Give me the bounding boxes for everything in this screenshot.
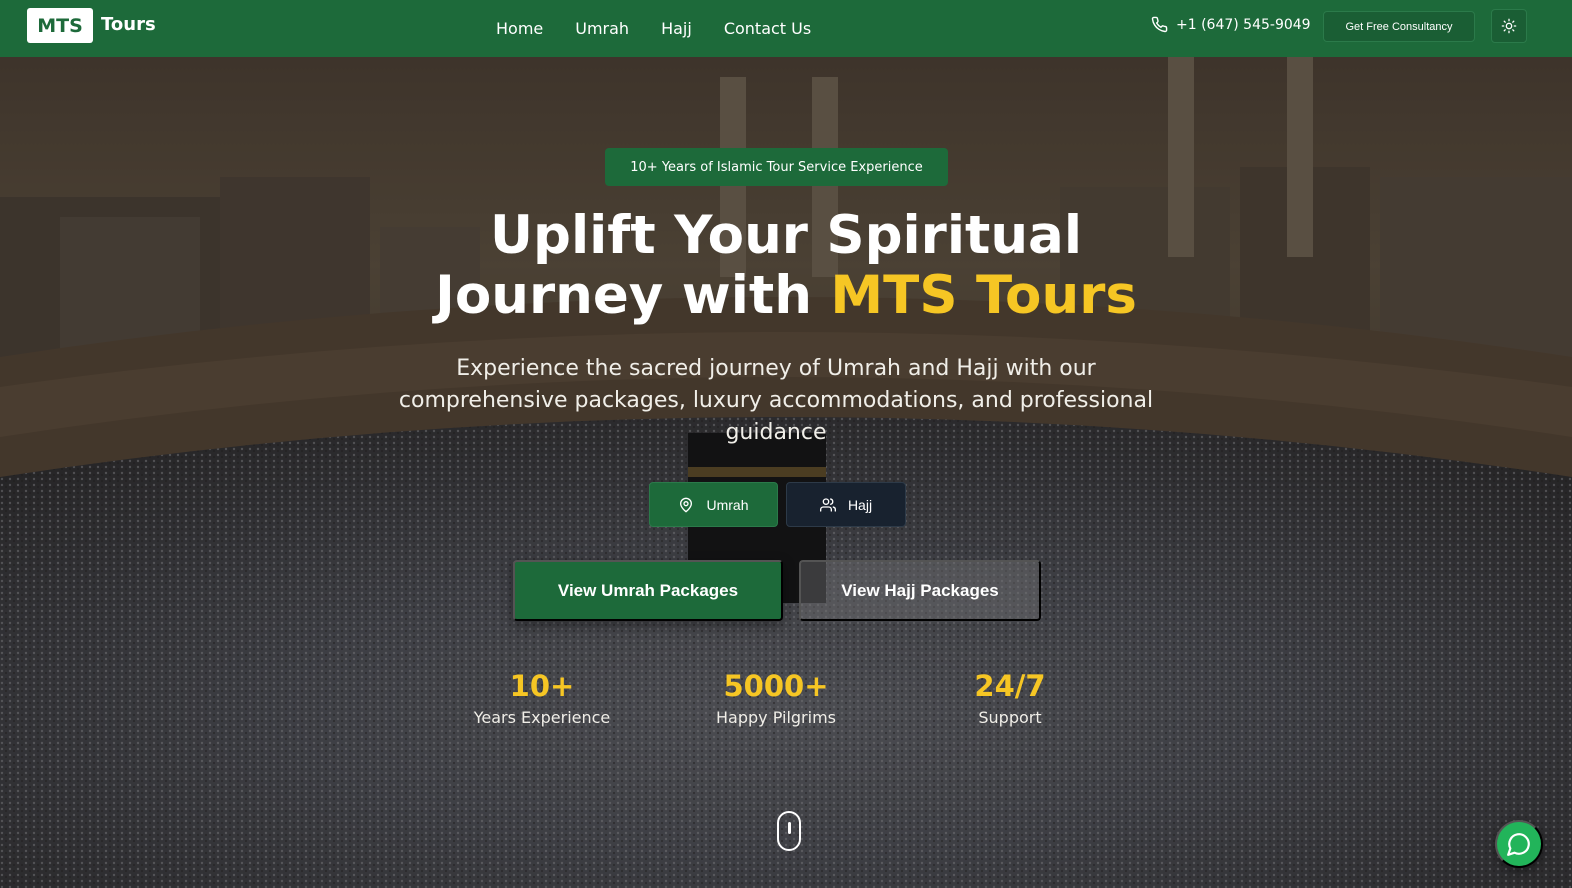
headline-line1: Uplift Your Spiritual (490, 205, 1082, 266)
phone-number: +1 (647) 545-9049 (1176, 16, 1311, 33)
chat-button[interactable] (1495, 820, 1543, 868)
toggle-hajj-label: Hajj (847, 496, 873, 513)
toggle-umrah-button[interactable]: Umrah (649, 482, 778, 527)
theme-toggle-button[interactable] (1491, 9, 1527, 43)
nav-contact-us[interactable]: Contact Us (724, 19, 811, 38)
toggle-hajj-button[interactable]: Hajj (786, 482, 906, 527)
stat-value: 10+ (509, 669, 575, 703)
stat-label: Support (978, 708, 1042, 727)
stat-value: 5000+ (723, 669, 829, 703)
logo[interactable]: MTS (27, 8, 93, 43)
chat-bubble-icon (1507, 833, 1530, 856)
top-navbar: MTS Tours Home Umrah Hajj Contact Us +1 … (0, 0, 1572, 57)
phone-icon (1151, 16, 1168, 33)
nav-hajj[interactable]: Hajj (661, 19, 692, 38)
consultancy-button[interactable]: Get Free Consultancy (1323, 11, 1475, 42)
phone-link[interactable]: +1 (647) 545-9049 (1151, 16, 1311, 33)
experience-badge: 10+ Years of Islamic Tour Service Experi… (605, 148, 948, 186)
stat-value: 24/7 (974, 669, 1046, 703)
stat-support: 24/7 Support (900, 668, 1120, 727)
map-pin-icon (680, 497, 693, 512)
main-nav: Home Umrah Hajj Contact Us (480, 0, 827, 57)
scroll-down-indicator[interactable] (777, 811, 801, 851)
headline-highlight: MTS Tours (830, 265, 1137, 326)
nav-umrah[interactable]: Umrah (575, 19, 629, 38)
users-icon (819, 497, 836, 512)
hero-headline: Uplift Your Spiritual Journey with MTS T… (286, 206, 1286, 326)
stat-label: Years Experience (473, 708, 611, 727)
headline-line2-prefix: Journey with (435, 265, 831, 326)
view-umrah-packages-button[interactable]: View Umrah Packages (513, 560, 783, 621)
stat-years: 10+ Years Experience (432, 668, 652, 727)
nav-home[interactable]: Home (496, 19, 543, 38)
scroll-wheel (788, 822, 791, 834)
toggle-umrah-label: Umrah (706, 496, 749, 513)
logo-text: MTS (37, 14, 83, 37)
hero-subtitle: Experience the sacred journey of Umrah a… (398, 356, 1154, 445)
sun-icon (1501, 18, 1517, 34)
view-hajj-packages-button[interactable]: View Hajj Packages (799, 560, 1041, 621)
stat-pilgrims: 5000+ Happy Pilgrims (666, 668, 886, 727)
brand-name[interactable]: Tours (101, 14, 156, 35)
stat-label: Happy Pilgrims (716, 708, 836, 727)
